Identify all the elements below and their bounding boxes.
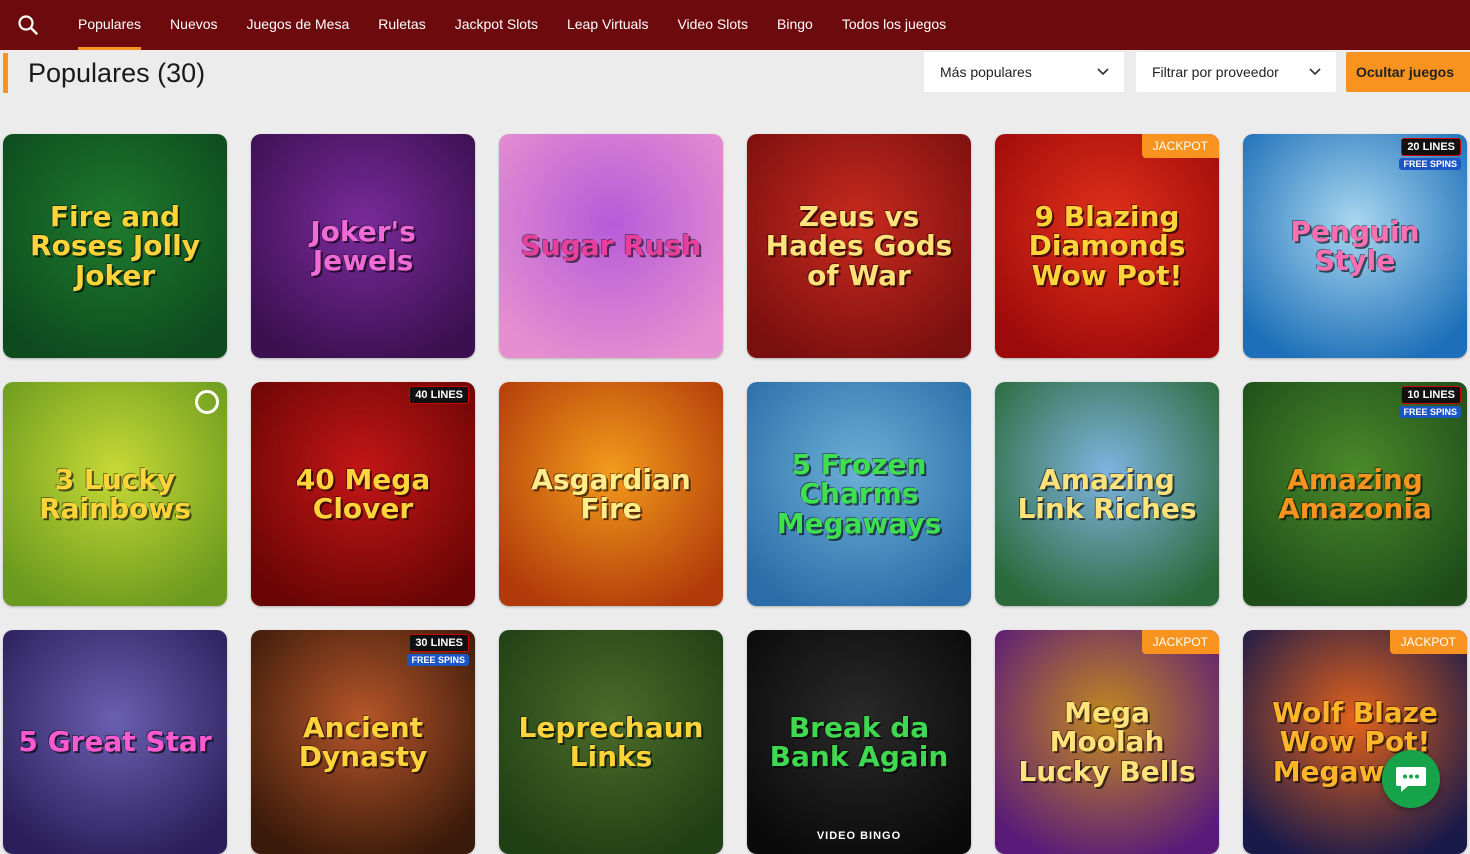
- lines-badge: 10 LINES: [1401, 386, 1461, 404]
- game-title: 9 Blazing Diamonds Wow Pot!: [1028, 199, 1186, 292]
- game-tile[interactable]: Penguin Style 20 LINES FREE SPINS: [1243, 134, 1467, 358]
- game-title: Zeus vs Hades Gods of War: [765, 199, 953, 292]
- search-icon[interactable]: [17, 14, 39, 36]
- game-title: Amazing Link Riches: [1017, 462, 1197, 525]
- game-thumbnail: Mega Moolah Lucky Bells: [995, 630, 1219, 854]
- game-title: Break da Bank Again: [769, 710, 949, 773]
- game-thumbnail: Joker's Jewels: [251, 134, 475, 358]
- tab-todos-los-juegos[interactable]: Todos los juegos: [828, 0, 960, 50]
- game-tile[interactable]: Mega Moolah Lucky Bells JACKPOT: [995, 630, 1219, 854]
- game-title: Ancient Dynasty: [298, 710, 428, 773]
- game-tile[interactable]: 9 Blazing Diamonds Wow Pot! JACKPOT: [995, 134, 1219, 358]
- game-title: Fire and Roses Jolly Joker: [30, 199, 200, 292]
- game-title: Joker's Jewels: [310, 214, 416, 277]
- game-title: 5 Frozen Charms Megaways: [776, 447, 942, 540]
- tab-ruletas[interactable]: Ruletas: [364, 0, 439, 50]
- game-tile[interactable]: Ancient Dynasty 30 LINES FREE SPINS: [251, 630, 475, 854]
- game-title: 40 Mega Clover: [295, 462, 431, 525]
- game-title: Amazing Amazonia: [1278, 462, 1432, 525]
- game-tile[interactable]: Amazing Link Riches: [995, 382, 1219, 606]
- free-spins-badge: FREE SPINS: [1399, 406, 1461, 418]
- game-thumbnail: Break da Bank Again: [747, 630, 971, 854]
- game-tile[interactable]: Amazing Amazonia 10 LINES FREE SPINS: [1243, 382, 1467, 606]
- game-title: Sugar Rush: [520, 229, 702, 263]
- page-title: Populares (30): [28, 58, 206, 88]
- game-tile[interactable]: 5 Frozen Charms Megaways: [747, 382, 971, 606]
- game-tile[interactable]: 5 Great Star: [3, 630, 227, 854]
- game-thumbnail: 40 Mega Clover: [251, 382, 475, 606]
- game-subtitle: VIDEO BINGO: [816, 830, 902, 842]
- game-tile[interactable]: Wolf Blaze Wow Pot! Megaways JACKPOT: [1243, 630, 1467, 854]
- chat-button[interactable]: [1382, 750, 1440, 808]
- sort-select[interactable]: Más populares: [924, 52, 1124, 92]
- jackpot-badge: JACKPOT: [1141, 134, 1219, 158]
- free-spins-badge: FREE SPINS: [1399, 158, 1461, 170]
- provider-logo-icon: [195, 390, 219, 414]
- game-tile[interactable]: Leprechaun Links: [499, 630, 723, 854]
- chevron-down-icon: [1097, 68, 1109, 76]
- jackpot-badge: JACKPOT: [1141, 630, 1219, 654]
- tab-nuevos[interactable]: Nuevos: [156, 0, 231, 50]
- game-thumbnail: Amazing Link Riches: [995, 382, 1219, 606]
- game-tile[interactable]: 3 Lucky Rainbows: [3, 382, 227, 606]
- game-thumbnail: Asgardian Fire: [499, 382, 723, 606]
- category-tabs: Populares Nuevos Juegos de Mesa Ruletas Jack…: [64, 0, 961, 50]
- game-tile[interactable]: Fire and Roses Jolly Joker: [3, 134, 227, 358]
- tab-video-slots[interactable]: Video Slots: [663, 0, 762, 50]
- tab-populares[interactable]: Populares: [64, 0, 155, 50]
- hide-games-button[interactable]: Ocultar juegos: [1346, 52, 1470, 92]
- game-thumbnail: 5 Great Star: [3, 630, 227, 854]
- game-thumbnail: 5 Frozen Charms Megaways: [747, 382, 971, 606]
- game-thumbnail: Leprechaun Links: [499, 630, 723, 854]
- game-thumbnail: Fire and Roses Jolly Joker: [3, 134, 227, 358]
- game-tile[interactable]: Zeus vs Hades Gods of War: [747, 134, 971, 358]
- game-tile[interactable]: 40 Mega Clover 40 LINES: [251, 382, 475, 606]
- game-title: 3 Lucky Rainbows: [39, 462, 191, 525]
- game-tile[interactable]: Break da Bank Again VIDEO BINGO: [747, 630, 971, 854]
- lines-badge: 40 LINES: [409, 386, 469, 404]
- lines-badge: 20 LINES: [1401, 138, 1461, 156]
- game-title: Penguin Style: [1290, 214, 1420, 277]
- game-thumbnail: Sugar Rush: [499, 134, 723, 358]
- tab-leap-virtuals[interactable]: Leap Virtuals: [553, 0, 662, 50]
- sort-select-value: Más populares: [940, 64, 1032, 80]
- game-thumbnail: Wolf Blaze Wow Pot! Megaways: [1243, 630, 1467, 854]
- tab-bingo[interactable]: Bingo: [763, 0, 827, 50]
- game-thumbnail: 3 Lucky Rainbows: [3, 382, 227, 606]
- game-tile[interactable]: Joker's Jewels: [251, 134, 475, 358]
- game-thumbnail: 9 Blazing Diamonds Wow Pot!: [995, 134, 1219, 358]
- tab-juegos-de-mesa[interactable]: Juegos de Mesa: [233, 0, 364, 50]
- jackpot-badge: JACKPOT: [1389, 630, 1467, 654]
- tab-jackpot-slots[interactable]: Jackpot Slots: [441, 0, 552, 50]
- title-accent-bar: [3, 53, 8, 93]
- game-title: 5 Great Star: [18, 725, 212, 759]
- top-navigation: Populares Nuevos Juegos de Mesa Ruletas Jack…: [0, 0, 1470, 50]
- provider-select-value: Filtrar por proveedor: [1152, 64, 1279, 80]
- game-tile[interactable]: Asgardian Fire: [499, 382, 723, 606]
- free-spins-badge: FREE SPINS: [407, 654, 469, 666]
- game-title: Asgardian Fire: [531, 462, 691, 525]
- game-title: Mega Moolah Lucky Bells: [1018, 695, 1196, 788]
- game-thumbnail: Zeus vs Hades Gods of War: [747, 134, 971, 358]
- chat-icon: [1396, 767, 1426, 792]
- lines-badge: 30 LINES: [409, 634, 469, 652]
- game-tile[interactable]: Sugar Rush: [499, 134, 723, 358]
- game-title: Leprechaun Links: [518, 710, 704, 773]
- provider-filter-select[interactable]: Filtrar por proveedor: [1136, 52, 1336, 92]
- chevron-down-icon: [1309, 68, 1321, 76]
